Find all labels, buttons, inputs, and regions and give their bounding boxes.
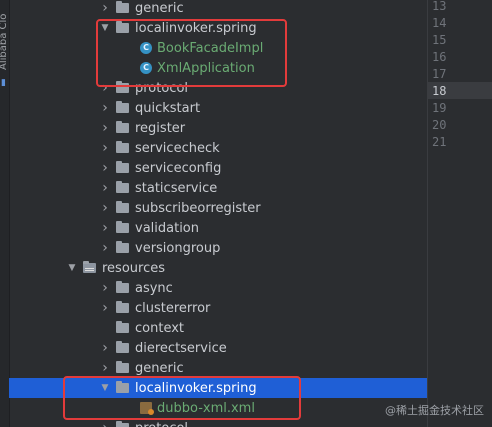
chevron-right-icon[interactable]: › <box>100 200 110 216</box>
folder-icon <box>116 1 129 13</box>
chevron-right-icon[interactable]: › <box>100 240 110 256</box>
line-number: 20 <box>432 118 447 132</box>
tree-item-label: generic <box>135 0 184 16</box>
chevron-right-icon[interactable]: › <box>100 280 110 296</box>
folder-icon <box>116 161 129 173</box>
tree-row[interactable]: › generic <box>9 0 427 18</box>
highlight-box-resources <box>63 376 301 420</box>
alibaba-cloud-tab[interactable]: Alibaba Clo <box>0 0 9 70</box>
line-number: 19 <box>432 101 447 115</box>
line-number: 14 <box>432 16 447 30</box>
folder-icon <box>116 101 129 113</box>
tree-row[interactable]: › clustererror <box>9 298 427 318</box>
tree-item-label: quickstart <box>135 100 201 116</box>
highlight-box-src <box>96 19 287 87</box>
chevron-right-icon[interactable]: › <box>100 180 110 196</box>
folder-icon <box>116 281 129 293</box>
tree-item-label: generic <box>135 360 184 376</box>
chevron-down-icon[interactable]: ▼ <box>67 263 77 273</box>
line-number: 16 <box>432 50 447 64</box>
tree-item-label: subscribeorregister <box>135 200 261 216</box>
tree-item-label: protocol <box>135 421 188 427</box>
folder-icon <box>116 241 129 253</box>
line-number-gutter: 13 14 15 16 17 18 19 20 21 <box>427 0 492 427</box>
watermark: @稀土掘金技术社区 <box>385 404 484 417</box>
chevron-right-icon[interactable]: › <box>100 160 110 176</box>
tree-row[interactable]: › servicecheck <box>9 138 427 158</box>
tree-item-label: context <box>135 320 184 336</box>
tree-row[interactable]: › dierectservice <box>9 338 427 358</box>
tree-item-label: staticservice <box>135 180 218 196</box>
tree-row[interactable]: ▼ resources <box>9 258 427 278</box>
folder-icon <box>116 181 129 193</box>
line-number: 17 <box>432 67 447 81</box>
tree-item-label: servicecheck <box>135 140 220 156</box>
chevron-right-icon[interactable]: › <box>100 220 110 236</box>
chevron-right-icon[interactable]: › <box>100 0 110 16</box>
tree-row[interactable]: › staticservice <box>9 178 427 198</box>
folder-icon <box>116 361 129 373</box>
tree-row[interactable]: context <box>9 318 427 338</box>
folder-icon <box>116 201 129 213</box>
line-number: 18 <box>432 84 447 98</box>
pin-icon[interactable]: ▮ <box>1 78 7 88</box>
line-number: 13 <box>432 0 447 13</box>
line-number: 15 <box>432 33 447 47</box>
tree-row[interactable]: › quickstart <box>9 98 427 118</box>
chevron-right-icon[interactable]: › <box>100 120 110 136</box>
line-number: 21 <box>432 135 447 149</box>
folder-icon <box>116 301 129 313</box>
tree-row[interactable]: › validation <box>9 218 427 238</box>
tree-item-label: clustererror <box>135 300 211 316</box>
folder-icon <box>116 121 129 133</box>
chevron-right-icon[interactable]: › <box>100 100 110 116</box>
folder-icon <box>116 421 129 427</box>
tree-item-label: register <box>135 120 186 136</box>
tree-item-label: resources <box>102 260 166 276</box>
tree-item-label: async <box>135 280 173 296</box>
chevron-right-icon[interactable]: › <box>100 360 110 376</box>
folder-icon <box>116 221 129 233</box>
chevron-right-icon[interactable]: › <box>100 340 110 356</box>
chevron-right-icon[interactable]: › <box>100 140 110 156</box>
tree-row[interactable]: › async <box>9 278 427 298</box>
tree-row[interactable]: › versiongroup <box>9 238 427 258</box>
tree-item-label: versiongroup <box>135 240 221 256</box>
tree-row[interactable]: › subscribeorregister <box>9 198 427 218</box>
tree-row[interactable]: › serviceconfig <box>9 158 427 178</box>
tree-row[interactable]: › generic <box>9 358 427 378</box>
chevron-right-icon[interactable]: › <box>100 300 110 316</box>
tree-item-label: dierectservice <box>135 340 227 356</box>
tree-item-label: serviceconfig <box>135 160 222 176</box>
folder-icon <box>116 341 129 353</box>
resources-folder-icon <box>83 261 96 273</box>
tree-item-label: validation <box>135 220 200 236</box>
folder-icon <box>116 321 129 333</box>
chevron-right-icon[interactable]: › <box>100 420 110 427</box>
tree-row[interactable]: › register <box>9 118 427 138</box>
folder-icon <box>116 141 129 153</box>
